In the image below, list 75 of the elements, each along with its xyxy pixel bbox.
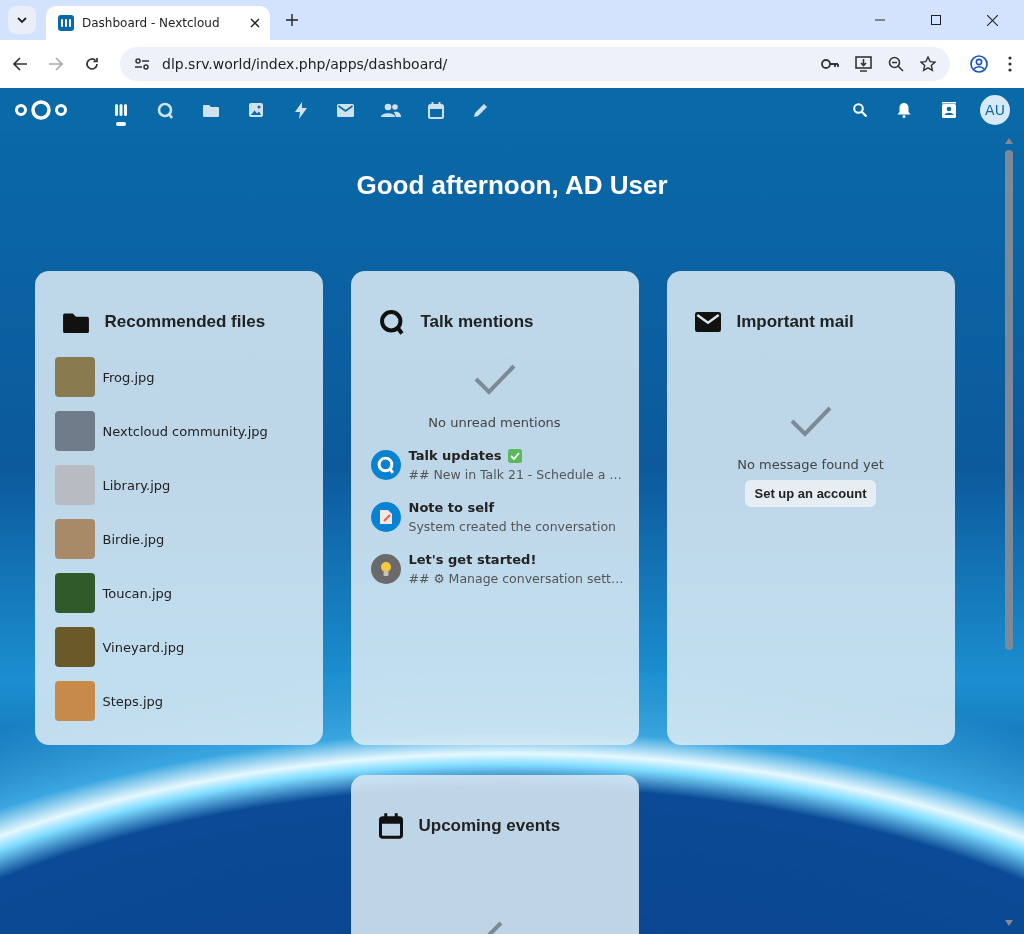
bell-icon[interactable] [897,102,911,118]
image-icon [247,102,264,118]
checkmark-icon [486,921,503,934]
widget-title: Important mail [736,312,854,332]
file-link[interactable]: Library.jpg [102,477,171,493]
checkmark-icon [789,405,832,437]
more-menu-icon[interactable] [1008,56,1012,72]
close-icon[interactable] [250,18,260,28]
site-settings-icon[interactable] [134,57,150,71]
logo-icon[interactable] [14,98,68,122]
file-link[interactable]: Toucan.jpg [102,585,173,601]
tab-list-button[interactable] [8,6,36,34]
lightning-icon [294,101,307,119]
scrollbar-thumb[interactable] [1005,150,1013,650]
widget-title: Talk mentions [420,312,534,332]
greeting: Good afternoon, AD User [356,170,668,201]
conversation-name: Let's get started! [408,552,537,567]
conversation-name: Note to self [408,500,495,515]
conversation-name: Talk updates [408,448,502,463]
scroll-down-icon[interactable] [1005,920,1013,926]
setup-account-button[interactable]: Set up an account [744,480,877,507]
conversation-item[interactable]: Talk updates ## New in Talk 21 - Schedule a … [370,448,619,482]
photo-placeholder[interactable] [54,627,95,667]
checkmark-icon [473,363,516,395]
calendar-icon [427,101,444,119]
tab-title: Dashboard - Nextcloud [82,16,221,30]
message-preview: System created the conversation [408,519,616,534]
profile-icon[interactable] [970,55,988,73]
reload-icon[interactable] [84,56,100,72]
zoom-out-icon[interactable] [888,56,904,72]
url-text: dlp.srv.world/index.php/apps/dashboard/ [162,56,448,72]
scrollbar[interactable] [1004,138,1014,926]
folder-icon [62,311,89,333]
file-link[interactable]: Vineyard.jpg [102,639,185,655]
lightbulb-icon [379,560,392,578]
widget-title: Upcoming events [418,816,561,836]
browser-tab[interactable]: Dashboard - Nextcloud [46,6,270,40]
maximize-icon[interactable] [931,15,941,25]
close-icon[interactable] [987,14,998,26]
folder-icon [202,103,219,117]
file-link[interactable]: Frog.jpg [102,369,155,385]
dashboard-icon [113,103,128,117]
dashboard-favicon-icon [58,15,74,31]
star-icon[interactable] [920,56,936,72]
file-link[interactable]: Steps.jpg [102,693,164,709]
contacts-book-icon[interactable] [941,101,957,119]
empty-message: No unread mentions [428,415,561,430]
search-icon[interactable] [853,103,867,117]
empty-message: No message found yet [737,457,884,472]
message-preview: ## New in Talk 21 - Schedule a … [408,467,622,482]
calendar-icon [378,813,403,839]
chat-bubble-icon [157,101,174,119]
widget-title: Recommended files [104,312,266,332]
chevron-down-icon [16,14,28,26]
address-bar[interactable]: dlp.srv.world/index.php/apps/dashboard/ [120,47,950,81]
photo-placeholder[interactable] [54,411,95,451]
note-icon [378,509,393,525]
conversation-item[interactable]: Note to self System created the conversation [370,500,619,534]
people-icon [380,103,401,117]
envelope-icon [337,103,354,117]
back-arrow-icon[interactable] [12,56,28,72]
user-avatar[interactable]: AU [980,95,1010,125]
install-app-icon[interactable] [855,56,872,72]
envelope-icon [694,312,721,332]
photo-placeholder[interactable] [54,573,95,613]
file-link[interactable]: Nextcloud community.jpg [102,423,268,439]
new-tab-icon[interactable] [286,14,298,26]
active-indicator [115,122,126,126]
chat-bubble-icon [378,309,405,335]
key-icon[interactable] [821,58,839,70]
chat-bubble-icon [376,456,395,474]
pencil-icon [472,102,489,118]
message-preview: ## ⚙ Manage conversation sett… [408,571,624,586]
file-link[interactable]: Birdie.jpg [102,531,165,547]
photo-placeholder[interactable] [54,357,95,397]
